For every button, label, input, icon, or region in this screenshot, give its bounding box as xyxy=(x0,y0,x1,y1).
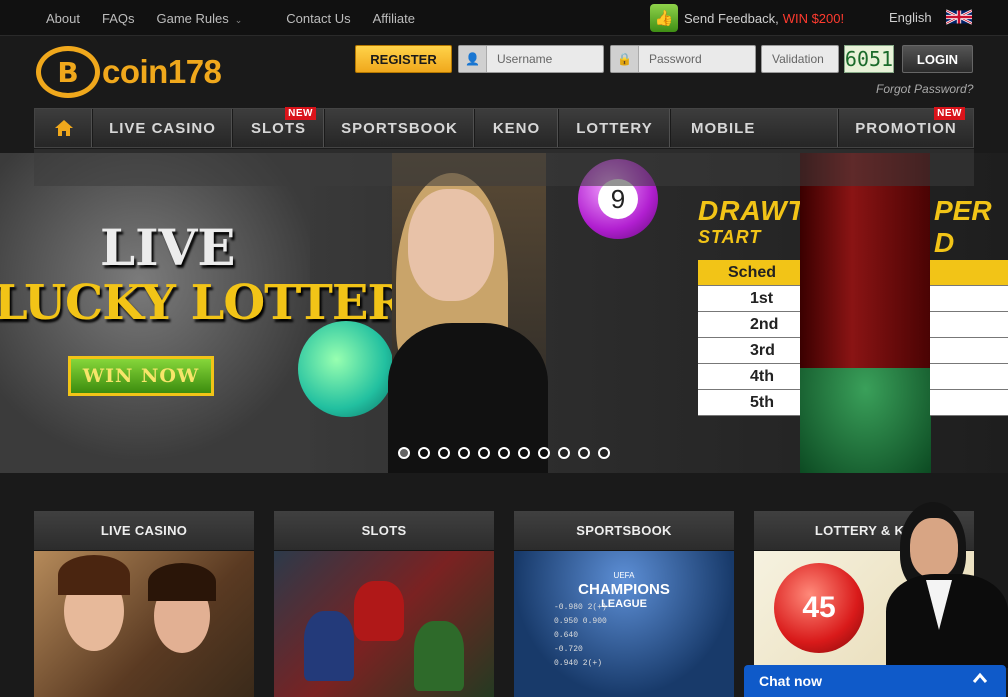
language-selector[interactable]: English xyxy=(889,9,972,25)
forgot-password-link[interactable]: Forgot Password? xyxy=(876,82,973,96)
new-badge: NEW xyxy=(934,107,965,120)
top-bar: About FAQs Game Rules ⌄ Contact Us Affili… xyxy=(0,0,1008,36)
bitcoin-logo-icon: B xyxy=(36,46,100,98)
odds-row: -0.720 xyxy=(554,645,583,654)
draw-title-left: DRAWT xyxy=(698,195,806,226)
slider-dot[interactable] xyxy=(558,447,570,459)
validation-field[interactable]: Validation xyxy=(761,45,839,73)
slider-dot[interactable] xyxy=(498,447,510,459)
password-field[interactable]: 🔒 Password xyxy=(610,45,756,73)
nav-keno-label: KENO xyxy=(492,119,541,137)
sub-nav-bar xyxy=(34,149,974,186)
hero-banner[interactable]: LIVE LUCKY LOTTERY WIN NOW 9 DRAWT START … xyxy=(0,153,1008,473)
site-logo[interactable]: B coin178 xyxy=(36,46,222,98)
sportsbook-image: UEFA CHAMPIONS LEAGUE -0.980 2(+) 0.950 … xyxy=(514,551,734,697)
about-link[interactable]: About xyxy=(46,11,80,26)
nav-sportsbook[interactable]: SPORTSBOOK xyxy=(325,109,475,147)
faqs-link[interactable]: FAQs xyxy=(102,11,135,26)
user-icon: 👤 xyxy=(459,46,487,72)
nav-slots[interactable]: SLOTS NEW xyxy=(233,107,325,147)
win-now-button[interactable]: WIN NOW xyxy=(68,356,214,396)
slider-dot[interactable] xyxy=(538,447,550,459)
home-icon[interactable] xyxy=(35,109,93,147)
nav-sportsbook-label: SPORTSBOOK xyxy=(341,119,458,137)
username-field[interactable]: 👤 Username xyxy=(458,45,604,73)
slider-dot[interactable] xyxy=(418,447,430,459)
banner-host-face xyxy=(408,189,494,301)
slider-dot[interactable] xyxy=(598,447,610,459)
category-title: LIVE CASINO xyxy=(34,511,254,551)
nav-lottery[interactable]: LOTTERY xyxy=(559,109,671,147)
draw-title-right: PER D xyxy=(934,195,992,258)
slider-dot[interactable] xyxy=(518,447,530,459)
slider-dot[interactable] xyxy=(578,447,590,459)
logo-text: coin178 xyxy=(102,53,222,90)
category-title: SPORTSBOOK xyxy=(514,511,734,551)
feedback-label: Send Feedback, xyxy=(684,10,779,26)
slider-dot[interactable] xyxy=(398,447,410,459)
banner-casino-table xyxy=(800,368,931,473)
slider-dot[interactable] xyxy=(438,447,450,459)
contact-us-link[interactable]: Contact Us xyxy=(286,11,350,26)
nav-lottery-label: LOTTERY xyxy=(576,119,653,137)
chat-now-button[interactable]: Chat now xyxy=(744,665,1006,697)
banner-live-text: LIVE xyxy=(100,218,236,277)
chevron-up-icon xyxy=(972,671,988,687)
nav-slots-label: SLOTS xyxy=(250,119,306,137)
login-button[interactable]: LOGIN xyxy=(902,45,973,73)
ucl-sub: LEAGUE xyxy=(601,598,647,610)
schedule-table-right xyxy=(930,260,1008,416)
odds-row: -0.980 2(+) xyxy=(554,603,607,612)
live-casino-image xyxy=(34,551,254,697)
slider-dot[interactable] xyxy=(458,447,470,459)
new-badge: NEW xyxy=(285,107,316,120)
banner-green-ball xyxy=(298,321,394,417)
feedback-prize: WIN $200! xyxy=(782,10,845,26)
affiliate-link[interactable]: Affiliate xyxy=(373,11,415,26)
nav-mobile-label: MOBILE xyxy=(691,119,756,137)
thumbs-up-icon: 👍 xyxy=(650,4,678,32)
support-agent-image xyxy=(886,500,1008,668)
nav-promotion[interactable]: PROMOTION NEW xyxy=(839,107,973,147)
agent-face xyxy=(910,518,958,578)
captcha-image: 6051 xyxy=(844,45,894,73)
nav-keno[interactable]: KENO xyxy=(475,109,559,147)
category-card-live-casino[interactable]: LIVE CASINO xyxy=(34,511,254,697)
slider-dot[interactable] xyxy=(478,447,490,459)
nav-live-casino[interactable]: LIVE CASINO xyxy=(93,109,233,147)
category-card-sportsbook[interactable]: SPORTSBOOK UEFA CHAMPIONS LEAGUE -0.980 … xyxy=(514,511,734,697)
odds-row: 0.950 0.900 xyxy=(554,617,607,626)
password-placeholder: Password xyxy=(649,52,702,66)
odds-table: -0.980 2(+) 0.950 0.900 0.640 -0.720 0.9… xyxy=(554,601,607,671)
chevron-down-icon: ⌄ xyxy=(234,14,243,25)
lock-icon: 🔒 xyxy=(611,46,639,72)
game-rules-link[interactable]: Game Rules ⌄ xyxy=(157,11,265,26)
start-text: START xyxy=(698,227,762,247)
game-rules-label: Game Rules xyxy=(156,10,229,26)
odds-row: 0.940 2(+) xyxy=(554,659,603,668)
banner-lucky-lottery-text: LUCKY LOTTERY xyxy=(0,275,439,331)
main-nav: LIVE CASINO SLOTS NEW SPORTSBOOK KENO LO… xyxy=(34,107,974,148)
banner-draw-title: DRAWT START xyxy=(698,195,806,248)
username-placeholder: Username xyxy=(497,52,553,66)
validation-placeholder: Validation xyxy=(772,52,824,66)
ucl-logo: UEFA CHAMPIONS LEAGUE xyxy=(514,569,734,611)
odds-row: 0.640 xyxy=(554,631,579,640)
slots-image xyxy=(274,551,494,697)
top-links: About FAQs Game Rules ⌄ Contact Us Affili… xyxy=(46,0,437,36)
ucl-title: CHAMPIONS xyxy=(578,581,670,598)
send-feedback-link[interactable]: 👍 Send Feedback, WIN $200! xyxy=(650,3,844,33)
category-card-slots[interactable]: SLOTS xyxy=(274,511,494,697)
nav-promotion-label: PROMOTION xyxy=(855,119,957,137)
uk-flag-icon xyxy=(945,9,972,25)
register-button[interactable]: REGISTER xyxy=(355,45,452,73)
chat-now-label: Chat now xyxy=(759,673,822,689)
language-label: English xyxy=(889,9,932,25)
category-title: SLOTS xyxy=(274,511,494,551)
slider-dots xyxy=(398,447,618,459)
nav-mobile[interactable]: MOBILE xyxy=(671,109,839,147)
nav-live-casino-label: LIVE CASINO xyxy=(109,119,216,137)
lottery-ball-45: 45 xyxy=(774,563,864,653)
